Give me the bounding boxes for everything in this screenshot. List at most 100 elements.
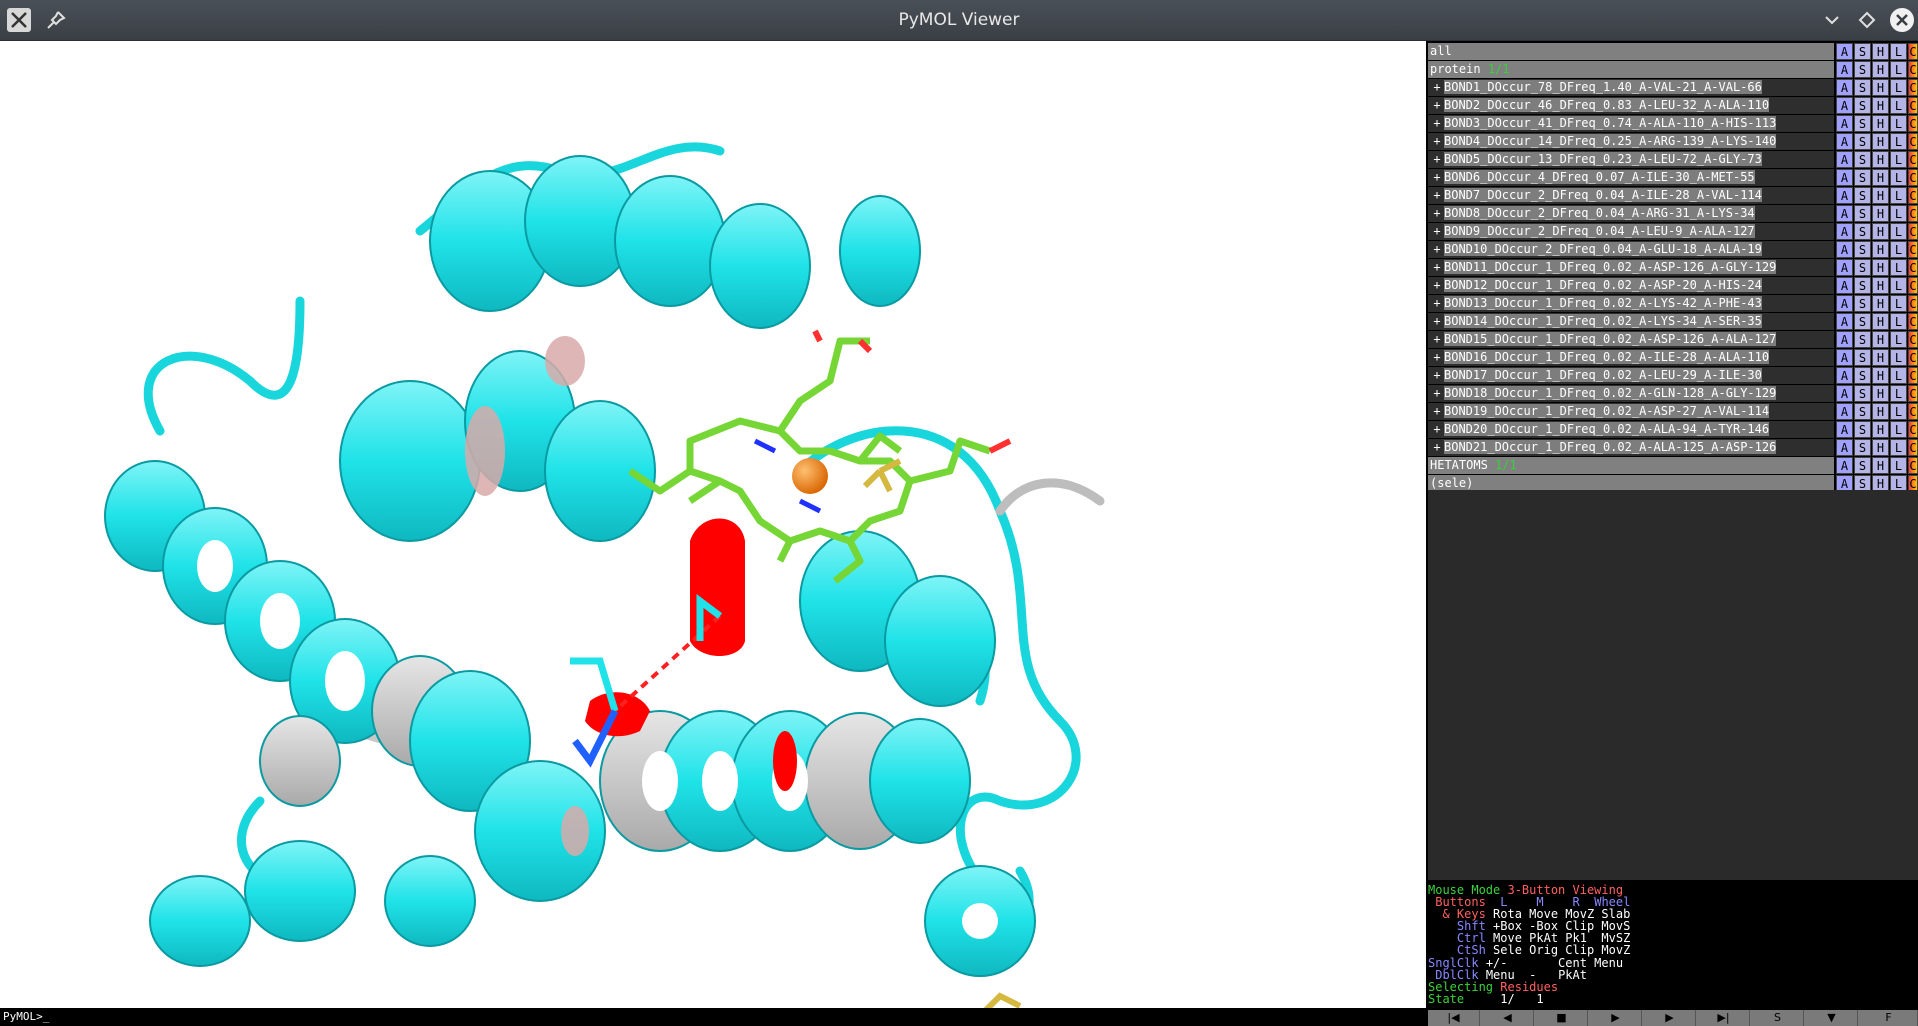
show-button[interactable]: S [1854,277,1871,294]
color-button[interactable]: C [1908,223,1918,240]
object-row[interactable]: + BOND18_DOccur_1_DFreq_0.02_A-GLN-128_A-… [1428,385,1918,402]
expand-plus-icon[interactable]: + [1430,151,1444,168]
hide-button[interactable]: H [1872,277,1889,294]
object-name[interactable]: + BOND9_DOccur_2_DFreq_0.04_A-LEU-9_A-ALA… [1428,223,1834,240]
object-row[interactable]: + BOND13_DOccur_1_DFreq_0.02_A-LYS-42_A-P… [1428,295,1918,312]
expand-plus-icon[interactable]: + [1430,223,1444,240]
object-name[interactable]: + BOND8_DOccur_2_DFreq_0.04_A-ARG-31_A-LY… [1428,205,1834,222]
hide-button[interactable]: H [1872,403,1889,420]
action-button[interactable]: A [1836,457,1853,474]
label-button[interactable]: L [1890,367,1907,384]
object-name[interactable]: + BOND12_DOccur_1_DFreq_0.02_A-ASP-20_A-H… [1428,277,1834,294]
action-button[interactable]: A [1836,421,1853,438]
object-row[interactable]: + BOND15_DOccur_1_DFreq_0.02_A-ASP-126_A-… [1428,331,1918,348]
label-button[interactable]: L [1890,169,1907,186]
object-name[interactable]: + BOND6_DOccur_4_DFreq_0.07_A-ILE-30_A-ME… [1428,169,1834,186]
hide-button[interactable]: H [1872,79,1889,96]
hide-button[interactable]: H [1872,43,1889,60]
action-button[interactable]: A [1836,295,1853,312]
color-button[interactable]: C [1908,97,1918,114]
expand-plus-icon[interactable]: + [1430,169,1444,186]
hide-button[interactable]: H [1872,241,1889,258]
color-button[interactable]: C [1908,457,1918,474]
show-button[interactable]: S [1854,43,1871,60]
color-button[interactable]: C [1908,187,1918,204]
color-button[interactable]: C [1908,367,1918,384]
object-row[interactable]: + BOND4_DOccur_14_DFreq_0.25_A-ARG-139_A-… [1428,133,1918,150]
object-name[interactable]: all [1428,43,1834,60]
action-button[interactable]: A [1836,151,1853,168]
show-button[interactable]: S [1854,115,1871,132]
color-button[interactable]: C [1908,421,1918,438]
expand-plus-icon[interactable]: + [1430,331,1444,348]
expand-plus-icon[interactable]: + [1430,385,1444,402]
show-button[interactable]: S [1854,205,1871,222]
label-button[interactable]: L [1890,115,1907,132]
label-button[interactable]: L [1890,79,1907,96]
hide-button[interactable]: H [1872,97,1889,114]
close-icon[interactable] [1890,8,1914,32]
action-button[interactable]: A [1836,277,1853,294]
action-button[interactable]: A [1836,259,1853,276]
expand-plus-icon[interactable]: + [1430,349,1444,366]
object-name[interactable]: + BOND1_DOccur_78_DFreq_1.40_A-VAL-21_A-V… [1428,79,1834,96]
label-button[interactable]: L [1890,295,1907,312]
object-row[interactable]: + BOND5_DOccur_13_DFreq_0.23_A-LEU-72_A-G… [1428,151,1918,168]
object-row[interactable]: + BOND1_DOccur_78_DFreq_1.40_A-VAL-21_A-V… [1428,79,1918,96]
action-button[interactable]: A [1836,367,1853,384]
hide-button[interactable]: H [1872,421,1889,438]
object-row[interactable]: + BOND11_DOccur_1_DFreq_0.02_A-ASP-126_A-… [1428,259,1918,276]
object-row[interactable]: + BOND8_DOccur_2_DFreq_0.04_A-ARG-31_A-LY… [1428,205,1918,222]
label-button[interactable]: L [1890,439,1907,456]
color-button[interactable]: C [1908,115,1918,132]
color-button[interactable]: C [1908,241,1918,258]
color-button[interactable]: C [1908,133,1918,150]
hide-button[interactable]: H [1872,349,1889,366]
hide-button[interactable]: H [1872,151,1889,168]
label-button[interactable]: L [1890,187,1907,204]
object-row[interactable]: + BOND21_DOccur_1_DFreq_0.02_A-ALA-125_A-… [1428,439,1918,456]
object-name[interactable]: + BOND21_DOccur_1_DFreq_0.02_A-ALA-125_A-… [1428,439,1834,456]
rewind-icon[interactable]: |◀ [1428,1010,1480,1026]
action-button[interactable]: A [1836,331,1853,348]
hide-button[interactable]: H [1872,205,1889,222]
object-name[interactable]: protein 1/1 [1428,61,1834,78]
object-row[interactable]: + BOND17_DOccur_1_DFreq_0.02_A-LEU-29_A-I… [1428,367,1918,384]
color-button[interactable]: C [1908,79,1918,96]
label-button[interactable]: L [1890,313,1907,330]
show-button[interactable]: S [1854,295,1871,312]
action-button[interactable]: A [1836,61,1853,78]
expand-plus-icon[interactable]: + [1430,115,1444,132]
show-button[interactable]: S [1854,349,1871,366]
hide-button[interactable]: H [1872,295,1889,312]
action-button[interactable]: A [1836,205,1853,222]
hide-button[interactable]: H [1872,133,1889,150]
show-button[interactable]: S [1854,133,1871,150]
command-line[interactable]: PyMOL>_ [0,1008,1426,1026]
action-button[interactable]: A [1836,313,1853,330]
action-button[interactable]: A [1836,223,1853,240]
scene-button[interactable]: S [1752,1010,1804,1026]
action-button[interactable]: A [1836,241,1853,258]
show-button[interactable]: S [1854,241,1871,258]
expand-plus-icon[interactable]: + [1430,439,1444,456]
expand-plus-icon[interactable]: + [1430,313,1444,330]
show-button[interactable]: S [1854,403,1871,420]
hide-button[interactable]: H [1872,187,1889,204]
color-button[interactable]: C [1908,43,1918,60]
hide-button[interactable]: H [1872,115,1889,132]
action-button[interactable]: A [1836,169,1853,186]
show-button[interactable]: S [1854,97,1871,114]
label-button[interactable]: L [1890,205,1907,222]
step-forward-icon[interactable]: ▶ [1644,1010,1696,1026]
expand-plus-icon[interactable]: + [1430,421,1444,438]
label-button[interactable]: L [1890,43,1907,60]
hide-button[interactable]: H [1872,223,1889,240]
action-button[interactable]: A [1836,79,1853,96]
expand-plus-icon[interactable]: + [1430,133,1444,150]
show-button[interactable]: S [1854,169,1871,186]
object-row[interactable]: HETATOMS 1/1 A S H L C [1428,457,1918,474]
object-name[interactable]: + BOND7_DOccur_2_DFreq_0.04_A-ILE-28_A-VA… [1428,187,1834,204]
show-button[interactable]: S [1854,79,1871,96]
label-button[interactable]: L [1890,151,1907,168]
